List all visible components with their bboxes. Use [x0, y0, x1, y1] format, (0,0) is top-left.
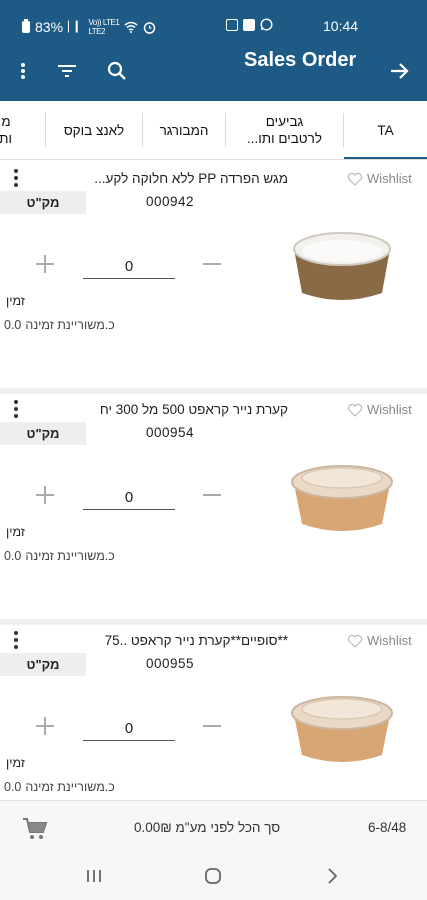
- tab-label: המבורגר: [159, 122, 209, 138]
- reserved-stock-value: 0.0: [4, 780, 22, 794]
- product-name: קערת נייר קראפט 500 מל 300 יח: [99, 402, 288, 417]
- reserved-stock-label: כ.משוריינת זמינה: [25, 318, 115, 332]
- clock: 10:44: [323, 18, 359, 34]
- tab-divider: [225, 113, 226, 147]
- filter-icon[interactable]: [55, 56, 79, 86]
- recent-apps-icon[interactable]: [82, 864, 106, 888]
- gallery-icon: [243, 18, 255, 31]
- whatsapp-icon: [260, 18, 273, 31]
- back-arrow-icon[interactable]: [386, 56, 412, 86]
- availability-label: זמין: [6, 756, 25, 770]
- item-range-counter: 6-8/48: [368, 820, 407, 835]
- product-card: מגש הפרדה PP ללא חלוקה לקע... Wishlist מ…: [0, 163, 427, 388]
- back-icon[interactable]: [320, 864, 344, 888]
- home-icon[interactable]: [201, 864, 225, 888]
- reserved-stock-value: 0.0: [4, 318, 22, 332]
- signal-bars-icon: ▏▎: [68, 21, 84, 33]
- increase-quantity-button[interactable]: [33, 714, 57, 738]
- notification-icons: [226, 18, 273, 31]
- system-navigation-bar: [0, 852, 427, 900]
- sku-label: מק"ט: [0, 653, 86, 676]
- wifi-icon: [124, 21, 138, 33]
- mail-icon: [226, 18, 238, 31]
- decrease-quantity-button[interactable]: [200, 252, 224, 276]
- network-type-label: Vo)) LTE1 LTE2: [88, 18, 120, 36]
- product-image[interactable]: [268, 189, 416, 339]
- sku-label: מק"ט: [0, 191, 86, 214]
- tab-divider: [343, 113, 344, 147]
- page-title: Sales Order: [244, 49, 357, 71]
- wishlist-toggle[interactable]: Wishlist: [347, 402, 412, 417]
- alarm-icon: [144, 21, 156, 34]
- item-menu-icon[interactable]: [8, 629, 24, 651]
- quantity-input[interactable]: [83, 254, 175, 279]
- tab-hamburger[interactable]: המבורגר: [143, 101, 225, 159]
- increase-quantity-button[interactable]: [33, 252, 57, 276]
- order-summary-bar: סך הכל לפני מע"מ 0.00₪ 6-8/48: [0, 800, 427, 853]
- status-bar: 83% ▏▎ Vo)) LTE1 LTE2 10:44: [0, 0, 427, 50]
- wishlist-label: Wishlist: [367, 633, 412, 648]
- product-name: מגש הפרדה PP ללא חלוקה לקע...: [94, 171, 288, 186]
- quantity-input[interactable]: [83, 716, 175, 741]
- tab-sauce-cups[interactable]: גביעים לרטבים ותו...: [226, 101, 343, 159]
- battery-icon: [22, 19, 30, 33]
- tab-divider: [142, 113, 143, 147]
- sku-label: מק"ט: [0, 422, 86, 445]
- wishlist-toggle[interactable]: Wishlist: [347, 633, 412, 648]
- product-image[interactable]: [268, 420, 416, 570]
- heart-icon: [347, 403, 363, 417]
- availability-label: זמין: [6, 525, 25, 539]
- reserved-stock-label: כ.משוריינת זמינה: [25, 780, 115, 794]
- reserved-stock-row: 0.0 כ.משוריינת זמינה: [4, 780, 115, 794]
- active-tab-indicator: [344, 157, 427, 159]
- product-image[interactable]: [268, 651, 416, 800]
- battery-level: 83%: [35, 19, 64, 35]
- status-left: 83% ▏▎ Vo)) LTE1 LTE2: [22, 18, 156, 36]
- tab-label: לאנצ בוקס: [63, 122, 125, 138]
- heart-icon: [347, 634, 363, 648]
- decrease-quantity-button[interactable]: [200, 714, 224, 738]
- app-header: 83% ▏▎ Vo)) LTE1 LTE2 10:44 Sales Order: [0, 0, 427, 101]
- product-card: קערת נייר קראפט 500 מל 300 יח Wishlist מ…: [0, 394, 427, 619]
- tab-ta[interactable]: TA: [344, 101, 427, 159]
- reserved-stock-row: 0.0 כ.משוריינת זמינה: [4, 318, 115, 332]
- heart-icon: [347, 172, 363, 186]
- reserved-stock-row: 0.0 כ.משוריינת זמינה: [4, 549, 115, 563]
- cart-icon[interactable]: [22, 817, 48, 841]
- category-tabs: TA גביעים לרטבים ותו... המבורגר לאנצ בוק…: [0, 101, 427, 160]
- reserved-stock-label: כ.משוריינת זמינה: [25, 549, 115, 563]
- tab-label: TA: [377, 122, 394, 138]
- tab-divider: [45, 113, 46, 147]
- wishlist-toggle[interactable]: Wishlist: [347, 171, 412, 186]
- reserved-stock-value: 0.0: [4, 549, 22, 563]
- tab-partial[interactable]: מ ות: [0, 101, 12, 159]
- decrease-quantity-button[interactable]: [200, 483, 224, 507]
- tab-label: גביעים לרטבים ותו...: [247, 114, 322, 146]
- sku-value: 000954: [146, 425, 195, 440]
- overflow-menu-icon[interactable]: [14, 56, 32, 86]
- tab-lunch-box[interactable]: לאנצ בוקס: [46, 101, 142, 159]
- wishlist-label: Wishlist: [367, 402, 412, 417]
- tab-label: מ ות: [0, 114, 12, 146]
- availability-label: זמין: [6, 294, 25, 308]
- product-card: **סופיים**קערת נייר קראפט ..75 Wishlist …: [0, 625, 427, 800]
- item-menu-icon[interactable]: [8, 167, 24, 189]
- sku-value: 000955: [146, 656, 195, 671]
- total-before-vat: סך הכל לפני מע"מ 0.00₪: [134, 820, 281, 835]
- quantity-input[interactable]: [83, 485, 175, 510]
- increase-quantity-button[interactable]: [33, 483, 57, 507]
- search-icon[interactable]: [105, 56, 129, 86]
- wishlist-label: Wishlist: [367, 171, 412, 186]
- product-name: **סופיים**קערת נייר קראפט ..75: [104, 633, 288, 648]
- sku-value: 000942: [146, 194, 195, 209]
- item-menu-icon[interactable]: [8, 398, 24, 420]
